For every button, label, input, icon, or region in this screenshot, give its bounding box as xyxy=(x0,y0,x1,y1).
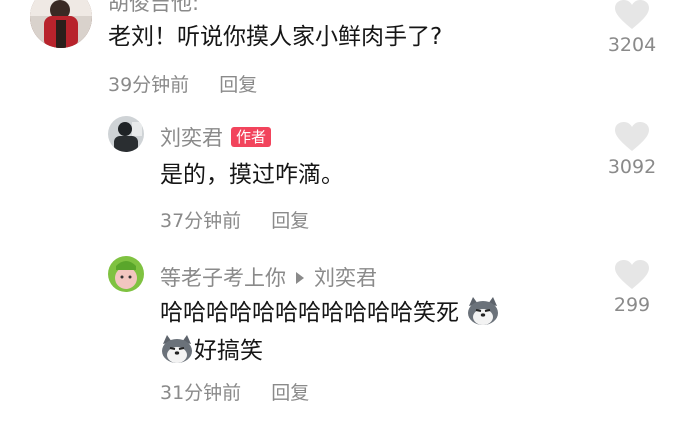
reply-button[interactable]: 回复 xyxy=(219,74,257,96)
avatar-image xyxy=(30,0,92,48)
comment-time: 39分钟前 xyxy=(108,74,190,96)
reply-to-name[interactable]: 刘奕君 xyxy=(314,266,377,290)
husky-emoji xyxy=(160,334,194,372)
avatar-image xyxy=(108,256,144,292)
comment-item: 刘奕君 作者 是的，摸过咋滴。 37分钟前 回复 3092 xyxy=(0,110,676,250)
like-count: 299 xyxy=(613,294,651,316)
comment-text-second-line: 好搞笑 xyxy=(160,334,263,372)
heart-icon xyxy=(615,122,649,151)
comment-meta: 39分钟前 回复 xyxy=(108,70,257,97)
comment-item: 胡俊吉他: 老刘！听说你摸人家小鲜肉手了? 39分钟前 回复 3204 xyxy=(0,0,676,110)
comment-text: 是的，摸过咋滴。 xyxy=(160,162,344,188)
like-button[interactable]: 3092 xyxy=(602,122,662,178)
reply-button[interactable]: 回复 xyxy=(271,210,309,232)
comment-time: 37分钟前 xyxy=(160,210,242,232)
avatar[interactable] xyxy=(30,0,92,48)
comment-meta: 37分钟前 回复 xyxy=(160,206,309,233)
author-badge: 作者 xyxy=(231,127,272,147)
author-name[interactable]: 等老子考上你 xyxy=(160,266,286,290)
like-button[interactable]: 3204 xyxy=(602,0,662,56)
comment-author-name: 等老子考上你 刘奕君 xyxy=(160,262,377,292)
comment-item: 等老子考上你 刘奕君 哈哈哈哈哈哈哈哈哈哈哈笑死 好搞笑 31分钟前 回复 29… xyxy=(0,250,676,422)
reply-button[interactable]: 回复 xyxy=(271,382,309,404)
comment-meta: 31分钟前 回复 xyxy=(160,378,309,405)
comment-text: 哈哈哈哈哈哈哈哈哈哈哈笑死 xyxy=(160,296,500,334)
avatar[interactable] xyxy=(108,256,144,292)
heart-icon xyxy=(615,0,649,29)
comment-time: 31分钟前 xyxy=(160,382,242,404)
comment-text-line2: 好搞笑 xyxy=(194,338,263,364)
comment-author-name[interactable]: 胡俊吉他: xyxy=(108,0,199,17)
author-name[interactable]: 刘奕君 xyxy=(160,126,223,150)
like-button[interactable]: 299 xyxy=(602,260,662,316)
comment-thread: 胡俊吉他: 老刘！听说你摸人家小鲜肉手了? 39分钟前 回复 3204 刘奕君作… xyxy=(0,0,676,422)
avatar[interactable] xyxy=(108,116,144,152)
triangle-right-icon xyxy=(296,272,304,284)
avatar-image xyxy=(108,116,144,152)
comment-author-name: 刘奕君 作者 xyxy=(160,122,272,152)
husky-emoji xyxy=(466,296,500,334)
like-count: 3092 xyxy=(607,156,657,178)
comment-text: 老刘！听说你摸人家小鲜肉手了? xyxy=(108,24,443,50)
like-count: 3204 xyxy=(607,34,657,56)
heart-icon xyxy=(615,260,649,289)
comment-text-line1: 哈哈哈哈哈哈哈哈哈哈哈笑死 xyxy=(160,300,459,326)
